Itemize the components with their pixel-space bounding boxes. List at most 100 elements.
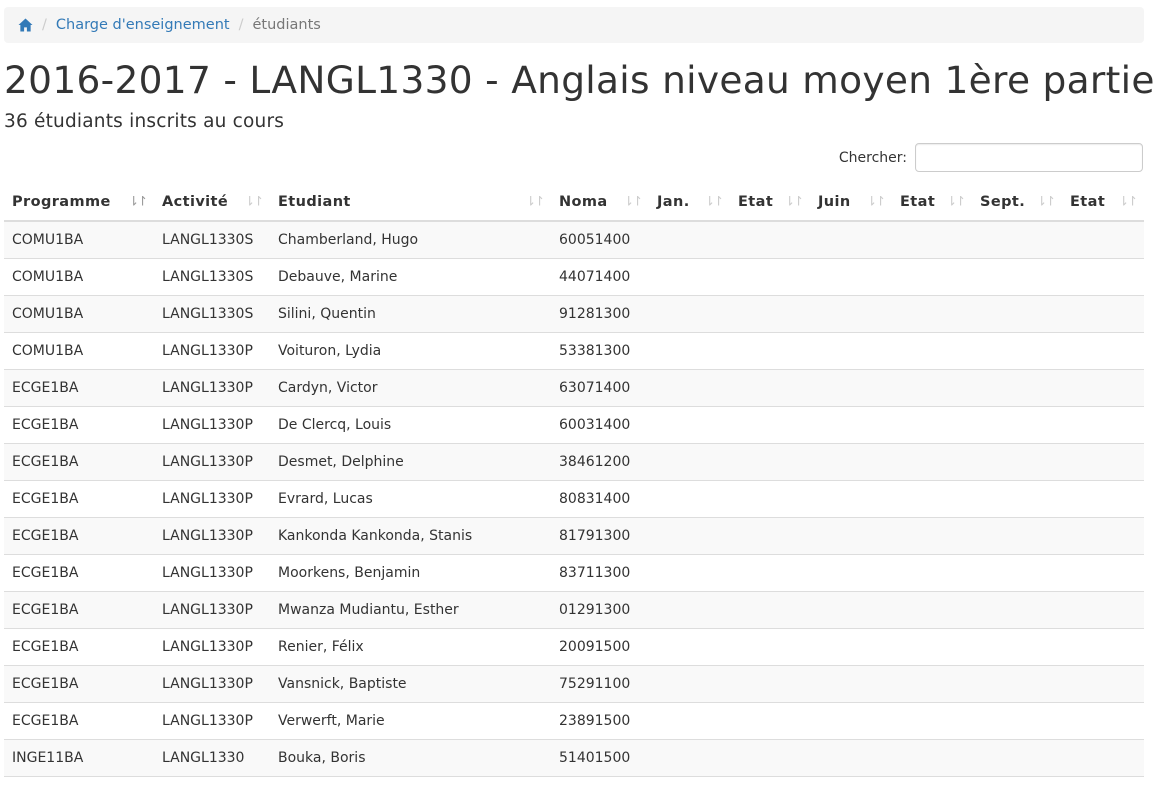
column-header-etat-jan[interactable]: Etat ⇂↾ <box>730 184 810 222</box>
column-header-etat-juin[interactable]: Etat ⇂↾ <box>892 184 972 222</box>
cell-sept <box>972 627 1062 665</box>
sort-icon: ⇂↾ <box>244 194 264 210</box>
cell-etat-juin <box>892 294 972 332</box>
cell-etat-jan <box>730 664 810 702</box>
cell-jan <box>649 701 730 739</box>
cell-activite: LANGL1330P <box>154 368 270 406</box>
cell-programme: ECGE1BA <box>4 553 154 591</box>
column-header-programme[interactable]: Programme ⇂↾ <box>4 184 154 222</box>
cell-programme: ECGE1BA <box>4 479 154 517</box>
column-header-jan[interactable]: Jan. ⇂↾ <box>649 184 730 222</box>
cell-etat-juin <box>892 405 972 443</box>
cell-noma: 63071400 <box>551 368 649 406</box>
sort-icon: ⇂↾ <box>784 194 804 210</box>
cell-juin <box>810 627 892 665</box>
cell-juin <box>810 294 892 332</box>
cell-sept <box>972 479 1062 517</box>
cell-jan <box>649 590 730 628</box>
cell-etat-sept <box>1062 516 1144 554</box>
cell-juin <box>810 331 892 369</box>
cell-etudiant: De Clercq, Louis <box>270 405 551 443</box>
cell-noma: 23891500 <box>551 701 649 739</box>
sort-icon: ⇂↾ <box>946 194 966 210</box>
table-body: COMU1BA LANGL1330S Chamberland, Hugo 600514… <box>4 220 1144 777</box>
cell-sept <box>972 405 1062 443</box>
cell-etat-juin <box>892 442 972 480</box>
column-header-etat-sept[interactable]: Etat ⇂↾ <box>1062 184 1144 222</box>
column-header-etudiant[interactable]: Etudiant ⇂↾ <box>270 184 551 222</box>
cell-etat-juin <box>892 553 972 591</box>
cell-etat-sept <box>1062 257 1144 295</box>
cell-sept <box>972 368 1062 406</box>
cell-programme: ECGE1BA <box>4 627 154 665</box>
cell-etat-sept <box>1062 553 1144 591</box>
cell-activite: LANGL1330P <box>154 627 270 665</box>
table-row: ECGE1BA LANGL1330P Evrard, Lucas 80831400 <box>4 479 1144 517</box>
cell-noma: 38461200 <box>551 442 649 480</box>
table-row: ECGE1BA LANGL1330P Moorkens, Benjamin 83711… <box>4 553 1144 591</box>
cell-programme: ECGE1BA <box>4 405 154 443</box>
breadcrumb: / Charge d'enseignement / étudiants <box>4 7 1144 43</box>
cell-jan <box>649 442 730 480</box>
cell-juin <box>810 590 892 628</box>
cell-programme: COMU1BA <box>4 220 154 258</box>
cell-etat-juin <box>892 368 972 406</box>
cell-sept <box>972 738 1062 777</box>
cell-etat-sept <box>1062 220 1144 258</box>
sort-ascending-icon: ⇂↾ <box>128 194 148 210</box>
cell-etat-jan <box>730 368 810 406</box>
cell-etudiant: Kankonda Kankonda, Stanis <box>270 516 551 554</box>
cell-sept <box>972 331 1062 369</box>
column-header-juin[interactable]: Juin ⇂↾ <box>810 184 892 222</box>
cell-juin <box>810 257 892 295</box>
home-icon[interactable] <box>18 18 33 32</box>
column-header-activite[interactable]: Activité ⇂↾ <box>154 184 270 222</box>
cell-activite: LANGL1330P <box>154 553 270 591</box>
search-box: Chercher: <box>839 143 1143 172</box>
cell-jan <box>649 553 730 591</box>
cell-etat-sept <box>1062 664 1144 702</box>
search-input[interactable] <box>915 143 1143 172</box>
column-header-label: Etat <box>900 194 936 210</box>
cell-etudiant: Silini, Quentin <box>270 294 551 332</box>
cell-noma: 01291300 <box>551 590 649 628</box>
cell-etat-sept <box>1062 479 1144 517</box>
table-header-row: Programme ⇂↾ Activité ⇂↾ Etudiant ⇂↾ Noma ⇂↾… <box>4 184 1144 222</box>
cell-jan <box>649 294 730 332</box>
cell-etat-jan <box>730 294 810 332</box>
cell-juin <box>810 738 892 777</box>
table-row: ECGE1BA LANGL1330P Desmet, Delphine 3846120… <box>4 442 1144 480</box>
table-row: COMU1BA LANGL1330S Debauve, Marine 44071400 <box>4 257 1144 295</box>
column-header-label: Noma <box>559 194 608 210</box>
breadcrumb-separator: / <box>42 17 47 33</box>
cell-noma: 75291100 <box>551 664 649 702</box>
cell-noma: 20091500 <box>551 627 649 665</box>
page-title: 2016-2017 - LANGL1330 - Anglais niveau m… <box>4 58 1155 102</box>
cell-sept <box>972 294 1062 332</box>
column-header-sept[interactable]: Sept. ⇂↾ <box>972 184 1062 222</box>
cell-etudiant: Vansnick, Baptiste <box>270 664 551 702</box>
table-row: ECGE1BA LANGL1330P Vansnick, Baptiste 75291… <box>4 664 1144 702</box>
cell-etat-juin <box>892 331 972 369</box>
cell-etat-sept <box>1062 627 1144 665</box>
cell-etudiant: Verwerft, Marie <box>270 701 551 739</box>
cell-etat-jan <box>730 442 810 480</box>
column-header-noma[interactable]: Noma ⇂↾ <box>551 184 649 222</box>
cell-jan <box>649 627 730 665</box>
table-row: ECGE1BA LANGL1330P Cardyn, Victor 63071400 <box>4 368 1144 406</box>
sort-icon: ⇂↾ <box>704 194 724 210</box>
cell-etat-jan <box>730 405 810 443</box>
cell-etat-juin <box>892 738 972 777</box>
cell-noma: 60031400 <box>551 405 649 443</box>
cell-etat-sept <box>1062 294 1144 332</box>
cell-juin <box>810 442 892 480</box>
cell-noma: 83711300 <box>551 553 649 591</box>
cell-etat-juin <box>892 627 972 665</box>
cell-etat-juin <box>892 590 972 628</box>
cell-etat-sept <box>1062 331 1144 369</box>
cell-sept <box>972 257 1062 295</box>
breadcrumb-link-charge[interactable]: Charge d'enseignement <box>56 17 230 33</box>
cell-jan <box>649 220 730 258</box>
cell-activite: LANGL1330P <box>154 479 270 517</box>
cell-sept <box>972 516 1062 554</box>
